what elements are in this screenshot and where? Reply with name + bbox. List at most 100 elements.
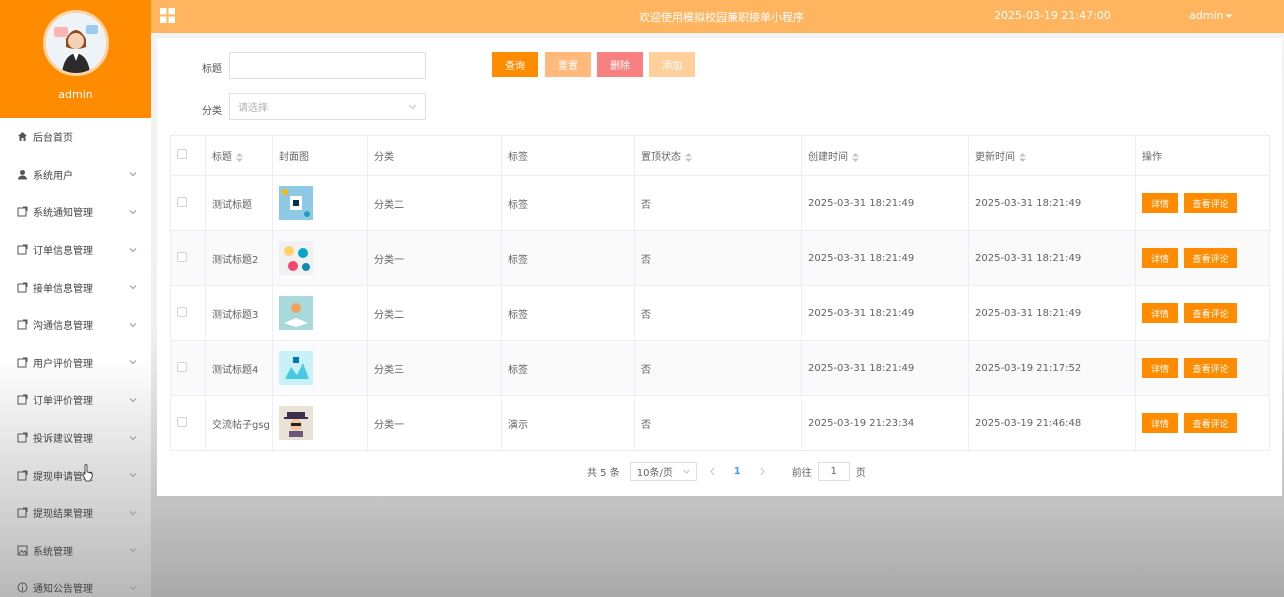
cell-cover (272, 395, 368, 451)
row-select-cell (170, 340, 206, 396)
home-icon (16, 131, 28, 143)
cell-created: 2025-03-19 21:23:34 (801, 395, 969, 451)
page-size-value: 10条/页 (636, 468, 673, 479)
row-select-cell (170, 395, 206, 451)
category-select-placeholder: 请选择 (238, 103, 268, 114)
sort-icon[interactable] (1019, 152, 1026, 162)
cell-category: 分类一 (367, 395, 502, 451)
header-created-label: 创建时间 (808, 152, 848, 163)
cell-actions: 详情 查看评论 (1135, 230, 1270, 286)
doc-icon (16, 206, 28, 218)
view-comments-button[interactable]: 查看评论 (1184, 303, 1237, 323)
sidebar-item[interactable]: 提现结果管理 (0, 494, 151, 532)
chevron-down-icon (129, 358, 137, 366)
header-category: 分类 (367, 135, 502, 176)
caret-down-icon (1226, 14, 1233, 18)
header-pinned[interactable]: 置顶状态 (634, 135, 802, 176)
cell-tag: 标签 (501, 175, 635, 231)
cell-actions: 详情 查看评论 (1135, 175, 1270, 231)
pagination-total: 共 5 条 (587, 468, 620, 479)
view-comments-button[interactable]: 查看评论 (1184, 248, 1237, 268)
sidebar-item[interactable]: 后台首页 (0, 118, 151, 156)
view-comments-button[interactable]: 查看评论 (1184, 413, 1237, 433)
grid-menu-icon[interactable] (160, 8, 175, 23)
sidebar-item[interactable]: 提现申请管理 (0, 456, 151, 494)
chevron-down-icon (129, 471, 137, 479)
row-checkbox[interactable] (177, 416, 187, 427)
header-title[interactable]: 标题 (205, 135, 273, 176)
query-button[interactable]: 查询 (492, 52, 538, 77)
sidebar-item[interactable]: 订单信息管理 (0, 231, 151, 269)
cell-cover (272, 285, 368, 341)
sidebar-item-label: 订单信息管理 (33, 246, 93, 258)
sidebar-item[interactable]: 沟通信息管理 (0, 306, 151, 344)
cell-tag: 演示 (501, 395, 635, 451)
sidebar-item[interactable]: 通知公告管理 (0, 569, 151, 597)
category-select[interactable]: 请选择 (229, 93, 426, 120)
next-page-icon[interactable] (759, 467, 766, 476)
header-updated[interactable]: 更新时间 (968, 135, 1136, 176)
select-all-checkbox[interactable] (177, 149, 187, 159)
detail-button[interactable]: 详情 (1142, 358, 1178, 378)
sidebar-item-label: 通知公告管理 (33, 584, 93, 596)
header-user-dropdown[interactable]: admin (1189, 9, 1233, 22)
title-filter-label: 标题 (202, 64, 222, 75)
view-comments-button[interactable]: 查看评论 (1184, 193, 1237, 213)
title-search-input[interactable] (229, 52, 426, 79)
cover-thumbnail[interactable] (279, 186, 313, 220)
delete-button[interactable]: 删除 (597, 52, 643, 77)
detail-button[interactable]: 详情 (1142, 248, 1178, 268)
row-checkbox[interactable] (177, 196, 187, 207)
cover-thumbnail[interactable] (279, 241, 313, 275)
sidebar-item-label: 提现申请管理 (33, 471, 93, 483)
sidebar-item[interactable]: 系统通知管理 (0, 193, 151, 231)
cell-pinned: 否 (634, 175, 802, 231)
cell-cover (272, 230, 368, 286)
cover-thumbnail[interactable] (279, 296, 313, 330)
cell-actions: 详情 查看评论 (1135, 285, 1270, 341)
row-checkbox[interactable] (177, 306, 187, 317)
avatar[interactable] (42, 10, 109, 76)
view-comments-button[interactable]: 查看评论 (1184, 358, 1237, 378)
header-title: 欢迎使用模拟校园兼职接单小程序 (639, 11, 804, 24)
main-panel: 标题 分类 请选择 查询 重置 删除 添加 标题 封面图 分类 标签 置顶状态 … (157, 38, 1282, 496)
cell-created: 2025-03-31 18:21:49 (801, 175, 969, 231)
cover-thumbnail[interactable] (279, 351, 313, 385)
sort-icon[interactable] (685, 152, 692, 162)
sort-icon[interactable] (236, 152, 243, 162)
sidebar-item[interactable]: 接单信息管理 (0, 268, 151, 306)
row-checkbox[interactable] (177, 251, 187, 262)
sidebar-item[interactable]: 用户评价管理 (0, 344, 151, 382)
info-icon (16, 582, 28, 594)
sort-icon[interactable] (852, 152, 859, 162)
mouse-cursor-icon (82, 464, 93, 482)
detail-button[interactable]: 详情 (1142, 303, 1178, 323)
doc-icon (16, 281, 28, 293)
reset-button[interactable]: 重置 (545, 52, 591, 77)
sidebar-item[interactable]: 投诉建议管理 (0, 419, 151, 457)
cover-thumbnail[interactable] (279, 406, 313, 440)
doc-icon (16, 469, 28, 481)
chevron-down-icon (129, 246, 137, 254)
add-button[interactable]: 添加 (649, 52, 695, 77)
sidebar-item[interactable]: 订单评价管理 (0, 381, 151, 419)
sidebar-item[interactable]: 系统管理 (0, 532, 151, 570)
detail-button[interactable]: 详情 (1142, 413, 1178, 433)
doc-icon (16, 244, 28, 256)
goto-page-input[interactable]: 1 (817, 462, 850, 481)
header-created[interactable]: 创建时间 (801, 135, 969, 176)
page-size-select[interactable]: 10条/页 (629, 462, 697, 481)
row-checkbox[interactable] (177, 361, 187, 372)
image-icon (16, 544, 28, 556)
sidebar-item-label: 用户评价管理 (33, 358, 93, 370)
header-cover: 封面图 (272, 135, 368, 176)
detail-button[interactable]: 详情 (1142, 193, 1178, 213)
current-page[interactable]: 1 (734, 466, 741, 477)
sidebar-item[interactable]: 系统用户 (0, 156, 151, 194)
header-user-name: admin (1189, 9, 1224, 22)
chevron-down-icon (129, 170, 137, 178)
doc-icon (16, 432, 28, 444)
prev-page-icon[interactable] (709, 467, 716, 476)
chevron-down-icon (129, 546, 137, 554)
chevron-down-icon (408, 104, 417, 109)
